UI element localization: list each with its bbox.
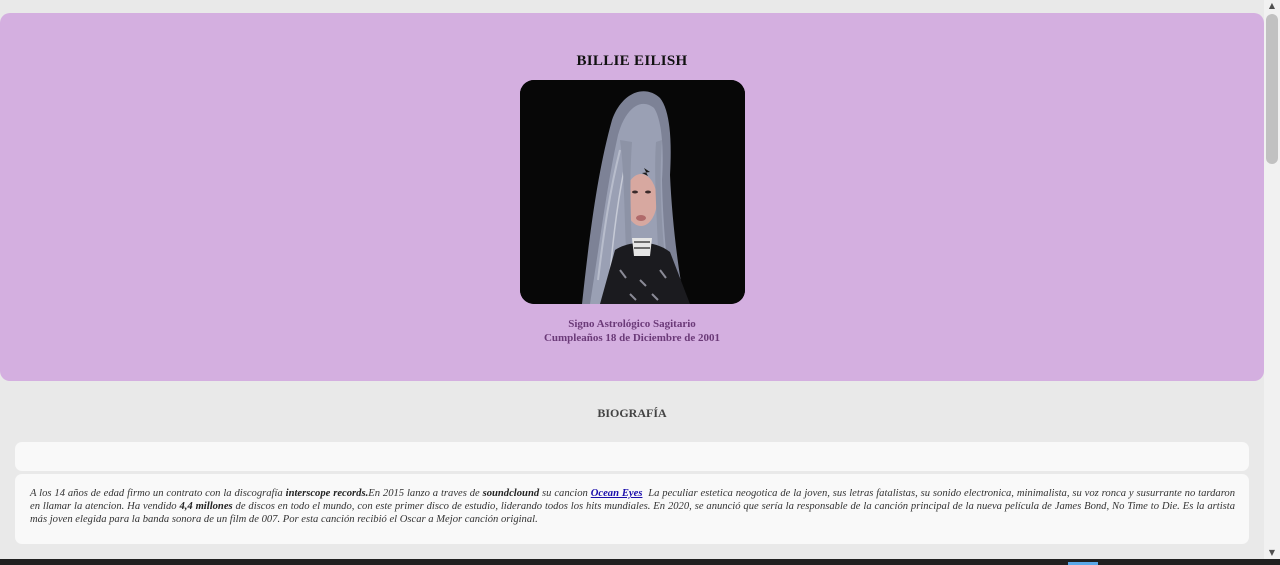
record-label-text: interscope records. bbox=[285, 488, 369, 499]
artist-photo-image bbox=[520, 80, 745, 304]
biography-heading: BIOGRAFÍA bbox=[597, 406, 667, 420]
bio-text-part: En 2015 lanzo a traves de bbox=[368, 488, 483, 499]
scrollbar-thumb[interactable] bbox=[1266, 14, 1278, 164]
sales-figure-text: 4,4 millones bbox=[179, 501, 233, 513]
ocean-eyes-link[interactable]: Ocean Eyes bbox=[591, 488, 643, 499]
artist-photo bbox=[520, 80, 745, 304]
platform-text: soundclound bbox=[482, 488, 540, 499]
bio-text-part: A los 14 años de edad firmo un contrato … bbox=[30, 488, 286, 499]
vertical-scrollbar[interactable]: ▲ ▼ bbox=[1264, 0, 1280, 559]
bio-text-part: su cancion bbox=[539, 488, 591, 499]
biography-card-top bbox=[15, 442, 1249, 471]
biography-text: A los 14 años de edad firmo un contrato … bbox=[30, 487, 1235, 527]
artist-header-section: BILLIE EILISH Signo Astrológico Sagitari… bbox=[0, 13, 1264, 381]
birthday-text: Cumpleaños 18 de Diciembre de 2001 bbox=[543, 332, 721, 344]
zodiac-sign-text: Signo Astrológico Sagitario bbox=[568, 318, 696, 330]
taskbar bbox=[0, 559, 1280, 565]
page-viewport: BILLIE EILISH Signo Astrológico Sagitari… bbox=[0, 0, 1264, 559]
artist-info: Signo Astrológico Sagitario Cumpleaños 1… bbox=[0, 317, 1264, 345]
scroll-down-icon[interactable]: ▼ bbox=[1264, 547, 1280, 559]
scroll-up-icon[interactable]: ▲ bbox=[1264, 0, 1280, 12]
artist-name-heading: BILLIE EILISH bbox=[576, 53, 688, 69]
biography-card: A los 14 años de edad firmo un contrato … bbox=[15, 474, 1249, 544]
